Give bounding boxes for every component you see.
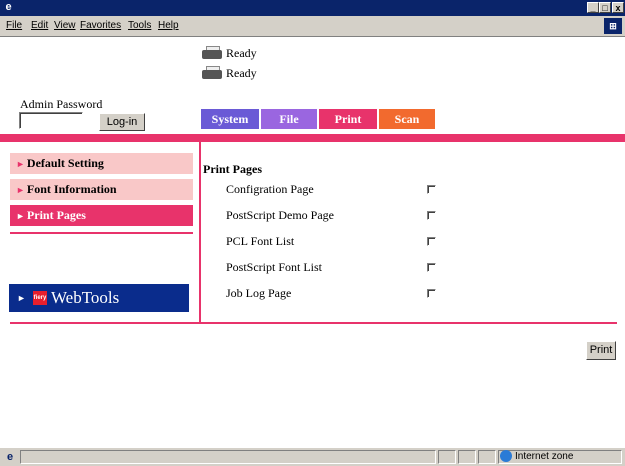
menu-favorites[interactable]: Favorites	[80, 20, 121, 31]
arrow-right-icon: ►	[16, 159, 25, 169]
sidebar-item-label: Default Setting	[26, 156, 104, 170]
close-button[interactable]: x	[612, 2, 624, 13]
print-page-checkbox[interactable]	[427, 263, 436, 272]
print-button[interactable]: Print	[586, 341, 616, 360]
scanner-icon	[200, 66, 224, 80]
print-page-label: PCL Font List	[226, 234, 295, 248]
page-content: Ready Ready Admin Password Log-in System…	[0, 37, 625, 446]
status-panel	[438, 450, 456, 464]
windows-logo-icon: ⊞	[604, 18, 622, 34]
login-button[interactable]: Log-in	[99, 113, 145, 131]
menu-help[interactable]: Help	[158, 20, 179, 31]
status-panel	[458, 450, 476, 464]
status-text: Ready	[226, 45, 257, 60]
sidebar-item-default-setting[interactable]: ► Default Setting	[10, 153, 193, 174]
print-page-checkbox[interactable]	[427, 185, 436, 194]
menu-bar: File Edit View Favorites Tools Help	[0, 16, 625, 37]
sidebar-item-label: Print Pages	[26, 208, 86, 222]
admin-password-input[interactable]	[19, 112, 83, 129]
status-text: Ready	[226, 65, 257, 80]
footer-divider	[10, 322, 617, 324]
menu-tools[interactable]: Tools	[128, 20, 151, 31]
status-bar: e Internet zone	[0, 447, 625, 466]
menu-file[interactable]: File	[6, 20, 22, 31]
ie-page-icon: e	[6, 451, 14, 463]
tab-print[interactable]: Print	[319, 109, 377, 129]
print-pages-title: Print Pages	[203, 162, 262, 176]
vertical-divider	[199, 142, 201, 322]
arrow-right-icon: ►	[17, 293, 26, 303]
sidebar-divider	[10, 232, 193, 234]
status-panel	[478, 450, 496, 464]
print-page-label: PostScript Font List	[226, 260, 323, 274]
printer-icon	[200, 46, 224, 60]
webtools-banner[interactable]: ► fiery WebTools	[9, 284, 189, 312]
arrow-right-icon: ►	[16, 185, 25, 195]
print-page-label: PostScript Demo Page	[226, 208, 334, 222]
maximize-button[interactable]: □	[599, 2, 611, 13]
ie-icon: e	[5, 1, 12, 13]
status-panel	[20, 450, 436, 464]
print-page-checkbox[interactable]	[427, 289, 436, 298]
zone-label: Internet zone	[515, 451, 574, 462]
print-page-label: Job Log Page	[226, 286, 292, 300]
internet-zone: Internet zone	[500, 450, 573, 464]
sidebar-item-font-information[interactable]: ► Font Information	[10, 179, 193, 200]
window-titlebar: e _ □ x	[0, 0, 625, 16]
sidebar-item-print-pages[interactable]: ► Print Pages	[10, 205, 193, 226]
globe-icon	[500, 450, 512, 463]
print-page-checkbox[interactable]	[427, 211, 436, 220]
minimize-button[interactable]: _	[587, 2, 599, 13]
fiery-logo-icon: fiery	[33, 291, 47, 305]
header-divider	[0, 134, 625, 142]
status-row-2: Ready	[200, 64, 257, 82]
sidebar-item-label: Font Information	[26, 182, 117, 196]
menu-view[interactable]: View	[54, 20, 76, 31]
tab-scan[interactable]: Scan	[379, 109, 435, 129]
print-page-label: Configration Page	[226, 182, 314, 196]
tab-system[interactable]: System	[201, 109, 259, 129]
arrow-right-icon: ►	[16, 211, 25, 221]
webtools-label: WebTools	[51, 288, 120, 307]
status-row-1: Ready	[200, 44, 257, 62]
admin-password-label: Admin Password	[20, 97, 103, 111]
menu-edit[interactable]: Edit	[31, 20, 48, 31]
tab-file[interactable]: File	[261, 109, 317, 129]
print-page-checkbox[interactable]	[427, 237, 436, 246]
